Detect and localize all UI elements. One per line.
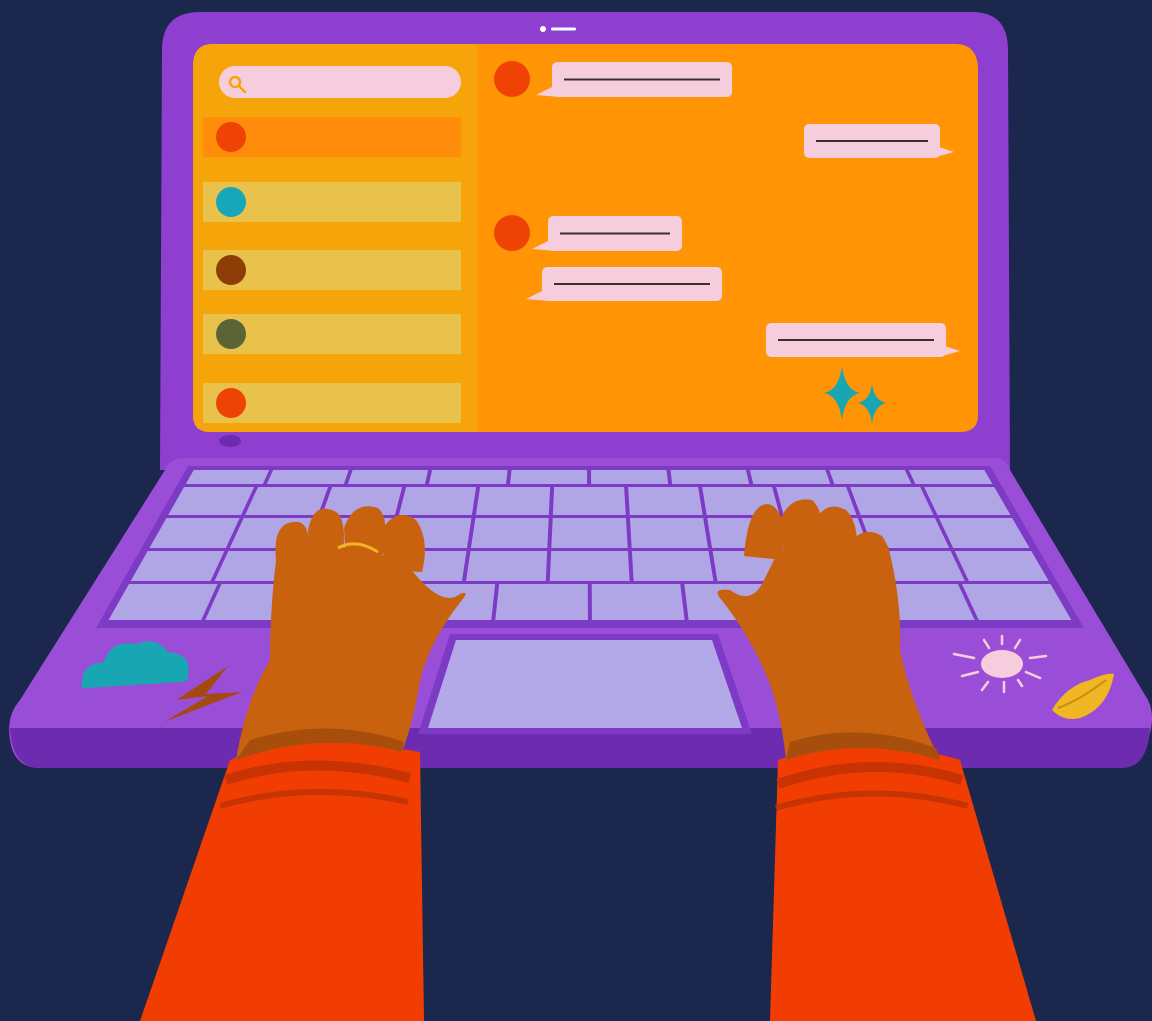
keyboard-key[interactable] <box>591 584 685 620</box>
contact-row[interactable] <box>203 314 461 354</box>
trackpad[interactable] <box>428 640 742 728</box>
contact-avatar <box>216 255 246 285</box>
keyboard-key[interactable] <box>551 518 628 548</box>
contact-row[interactable] <box>203 182 461 222</box>
keyboard-key[interactable] <box>495 584 588 620</box>
contact-row[interactable] <box>203 250 461 290</box>
keyboard-key[interactable] <box>749 470 831 484</box>
contact-avatar <box>216 122 246 152</box>
keyboard-key[interactable] <box>908 470 993 484</box>
message-bubble-incoming <box>526 267 722 301</box>
keyboard-key[interactable] <box>591 470 669 484</box>
message-avatar <box>494 215 530 251</box>
contact-avatar <box>216 187 246 217</box>
keyboard-key[interactable] <box>428 470 508 484</box>
keyboard-key[interactable] <box>465 551 548 581</box>
keyboard-key[interactable] <box>850 487 934 515</box>
keyboard-key[interactable] <box>670 470 750 484</box>
status-light <box>219 435 241 447</box>
laptop-lid <box>160 12 1010 470</box>
keyboard-key[interactable] <box>470 518 549 548</box>
keyboard-key[interactable] <box>347 470 429 484</box>
keyboard-key[interactable] <box>475 487 551 515</box>
keyboard-key[interactable] <box>628 487 703 515</box>
message-bubble-outgoing <box>804 124 954 158</box>
keyboard-key[interactable] <box>510 470 588 484</box>
screen <box>193 44 978 432</box>
keyboard-key[interactable] <box>552 487 626 515</box>
contact-avatar <box>216 388 246 418</box>
laptop-chat-illustration <box>0 0 1152 1021</box>
contact-sidebar <box>193 44 477 432</box>
laptop-base <box>9 458 1152 768</box>
keyboard-key[interactable] <box>631 551 714 581</box>
keyboard-key[interactable] <box>398 487 477 515</box>
keyboard-key[interactable] <box>266 470 349 484</box>
contact-row[interactable] <box>203 117 461 157</box>
contact-avatar <box>216 319 246 349</box>
message-avatar <box>494 61 530 97</box>
message-bubble-outgoing <box>766 323 960 357</box>
keyboard-key[interactable] <box>629 518 709 548</box>
keyboard-key[interactable] <box>185 470 270 484</box>
illustration-stage <box>0 0 1152 1021</box>
contact-row[interactable] <box>203 383 461 423</box>
search-bar[interactable] <box>219 66 461 98</box>
keyboard-key[interactable] <box>245 487 329 515</box>
message-bubble-incoming <box>494 215 682 251</box>
keyboard-key[interactable] <box>549 551 630 581</box>
keyboard-key[interactable] <box>829 470 912 484</box>
